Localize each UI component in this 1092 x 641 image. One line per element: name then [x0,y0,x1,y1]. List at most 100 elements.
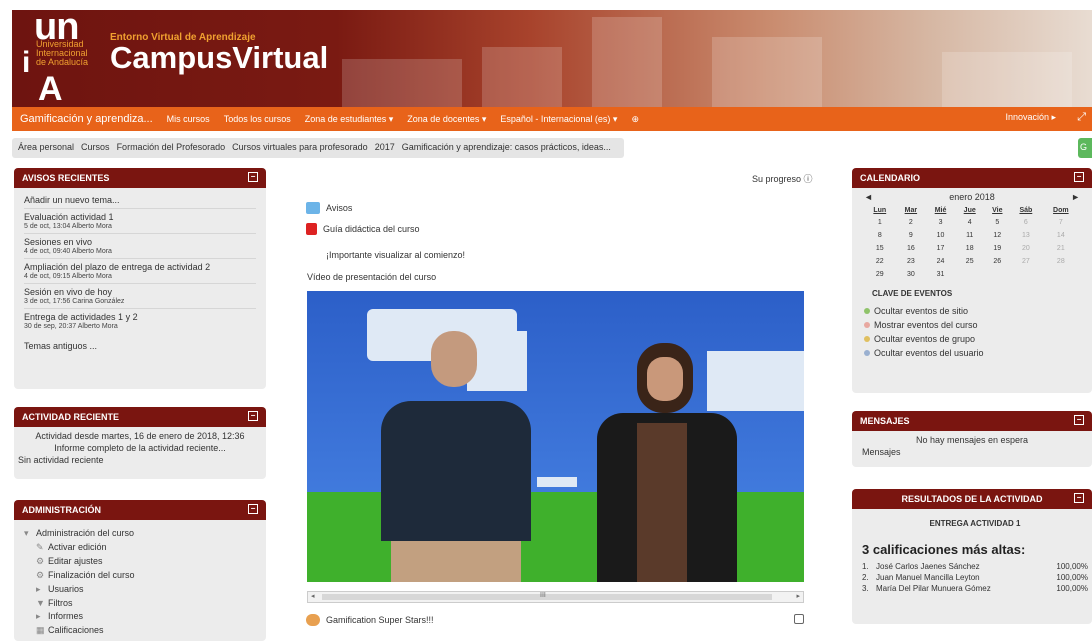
scroll-right-icon[interactable]: ▸ [796,592,800,600]
day-header: Vie [992,206,1003,214]
course-event-icon [864,322,870,328]
admin-calificaciones[interactable]: ▦ Calificaciones [24,623,256,637]
campus-title[interactable]: CampusVirtual [110,40,328,76]
collapse-icon[interactable]: − [1074,172,1084,182]
course-video[interactable] [307,291,804,582]
calendar-day: 2 [908,219,913,226]
expand-icon[interactable]: ⤢ [1077,111,1086,124]
logo-a: A [38,70,63,107]
video-cloud [537,477,577,487]
add-topic-link[interactable]: Añadir un nuevo tema... [24,192,256,209]
news-item[interactable]: Ampliación del plazo de entrega de activ… [24,259,256,284]
scroll-grip: III [540,592,546,599]
nav-course-brand[interactable]: Gamificación y aprendiza... [20,113,153,125]
guia-didactica-link[interactable]: Guía didáctica del curso [306,223,420,235]
collapse-icon[interactable]: − [248,504,258,514]
event-key-course[interactable]: Mostrar eventos del curso [864,318,1080,332]
admin-usuarios[interactable]: ▸ Usuarios [24,582,256,596]
calendar-day: 21 [1056,245,1065,252]
green-action-button[interactable]: G [1078,138,1092,158]
admin-filtros[interactable]: ▼ Filtros [24,596,256,609]
calendar-day: 27 [1021,258,1030,265]
breadcrumb-item[interactable]: Formación del Profesorado [117,142,226,154]
prev-month-icon[interactable]: ◄ [864,192,873,202]
breadcrumb-item[interactable]: Gamificación y aprendizaje: casos prácti… [402,142,611,154]
nav-todos-cursos[interactable]: Todos los cursos [224,114,291,124]
completion-checkbox[interactable] [794,614,804,624]
block-header: MENSAJES − [852,411,1092,431]
collapse-icon[interactable]: − [248,172,258,182]
calendar-day: 24 [936,258,945,265]
calendar-day: 16 [906,245,915,252]
no-messages-text: No hay mensajes en espera [915,435,1029,445]
admin-editar-ajustes[interactable]: ⚙ Editar ajustes [24,554,256,568]
calendar-grid: Lun Mar Mié Jue Vie Sáb Dom 1234567 8 9 10… [864,204,1080,281]
nav-accessibility-icon[interactable]: ⊕ [631,114,639,125]
breadcrumb-item[interactable]: Cursos virtuales para profesorado [232,142,368,154]
block-header: CALENDARIO − [852,168,1092,188]
messages-block: MENSAJES − No hay mensajes en espera Men… [852,411,1092,467]
calendar-day: 4 [967,219,972,226]
video-presenter-woman [597,343,737,582]
calendar-day: 29 [875,271,884,278]
event-key-group[interactable]: Ocultar eventos de grupo [864,332,1080,346]
scroll-left-icon[interactable]: ◂ [311,592,315,600]
activity-name[interactable]: ENTREGA ACTIVIDAD 1 [862,519,1088,528]
event-key-user[interactable]: Ocultar eventos del usuario [864,346,1080,360]
forum-icon [306,202,320,214]
scroll-thumb[interactable] [322,594,772,600]
calendar-day: 6 [1023,219,1028,226]
block-header: RESULTADOS DE LA ACTIVIDAD − [852,489,1092,509]
old-topics-link[interactable]: Temas antiguos ... [24,333,256,351]
full-report-link[interactable]: Informe completo de la actividad recient… [24,443,256,453]
activity-results-block: RESULTADOS DE LA ACTIVIDAD − ENTREGA ACT… [852,489,1092,624]
calendar-month: enero 2018 [949,192,995,202]
event-key-title: CLAVE DE EVENTOS [872,289,953,298]
collapsed-arrow-icon: ▸ [36,584,41,594]
admin-course-admin[interactable]: ▾ Administración del curso [24,526,256,540]
event-key-site[interactable]: Ocultar eventos de sitio [864,304,1080,318]
breadcrumb-item[interactable]: Cursos [81,142,110,154]
calendar-day: 26 [993,258,1002,265]
collapse-icon[interactable]: − [248,411,258,421]
admin-activar-edicion[interactable]: ✎ Activar edición [24,540,256,554]
grade-row: 2. Juan Manuel Mancilla Leyton 100,00% [862,573,1088,582]
video-scrollbar[interactable]: ◂ III ▸ [307,591,804,603]
calendar-day: 19 [993,245,1002,252]
site-event-icon [864,308,870,314]
gamification-link[interactable]: Gamification Super Stars!!! [306,614,434,626]
day-header: Sáb [1019,206,1033,214]
calendar-day: 11 [966,232,974,239]
news-item[interactable]: Sesiones en vivo 4 de oct, 09:40 Alberto … [24,234,256,259]
calendar-day: 25 [965,258,974,265]
admin-finalizacion[interactable]: ⚙ Finalización del curso [24,568,256,582]
expand-arrow-icon: ▾ [24,528,29,538]
calendar-day: 12 [993,232,1002,239]
news-item[interactable]: Sesión en vivo de hoy 3 de oct, 17:56 Car… [24,284,256,309]
breadcrumb-item[interactable]: 2017 [375,142,395,154]
progress-label[interactable]: Su progreso ⓘ [752,172,813,185]
admin-informes[interactable]: ▸ Informes [24,609,256,623]
group-event-icon [864,336,870,342]
calendar-day: 28 [1056,258,1065,265]
news-item[interactable]: Evaluación actividad 15 de oct, 13:04 Al… [24,209,256,234]
grade-row: 3. María Del Pilar Munuera Gómez 100,00% [862,584,1088,593]
nav-zona-docentes[interactable]: Zona de docentes ▾ [407,114,486,125]
day-header: Lun [873,206,887,214]
user-menu[interactable]: Innovación ▸ [1005,112,1056,123]
collapsed-arrow-icon: ▸ [36,611,41,621]
user-event-icon [864,350,870,356]
news-item[interactable]: Entrega de actividades 1 y 2 30 de sep, 2… [24,309,256,333]
nav-language[interactable]: Español - Internacional (es) ▾ [500,114,617,125]
breadcrumb-item[interactable]: Área personal [18,142,74,154]
no-activity-text: Sin actividad reciente [18,455,104,465]
collapse-icon[interactable]: − [1074,415,1084,425]
calendar-day: 31 [936,271,945,278]
avisos-link[interactable]: Avisos [306,202,352,214]
nav-mis-cursos[interactable]: Mis cursos [167,114,210,124]
collapse-icon[interactable]: − [1074,493,1084,503]
messages-link[interactable]: Mensajes [862,447,1082,457]
next-month-icon[interactable]: ► [1071,192,1080,202]
nav-zona-estudiantes[interactable]: Zona de estudiantes ▾ [305,114,394,125]
recent-news-block: AVISOS RECIENTES − Añadir un nuevo tema.… [14,168,266,389]
